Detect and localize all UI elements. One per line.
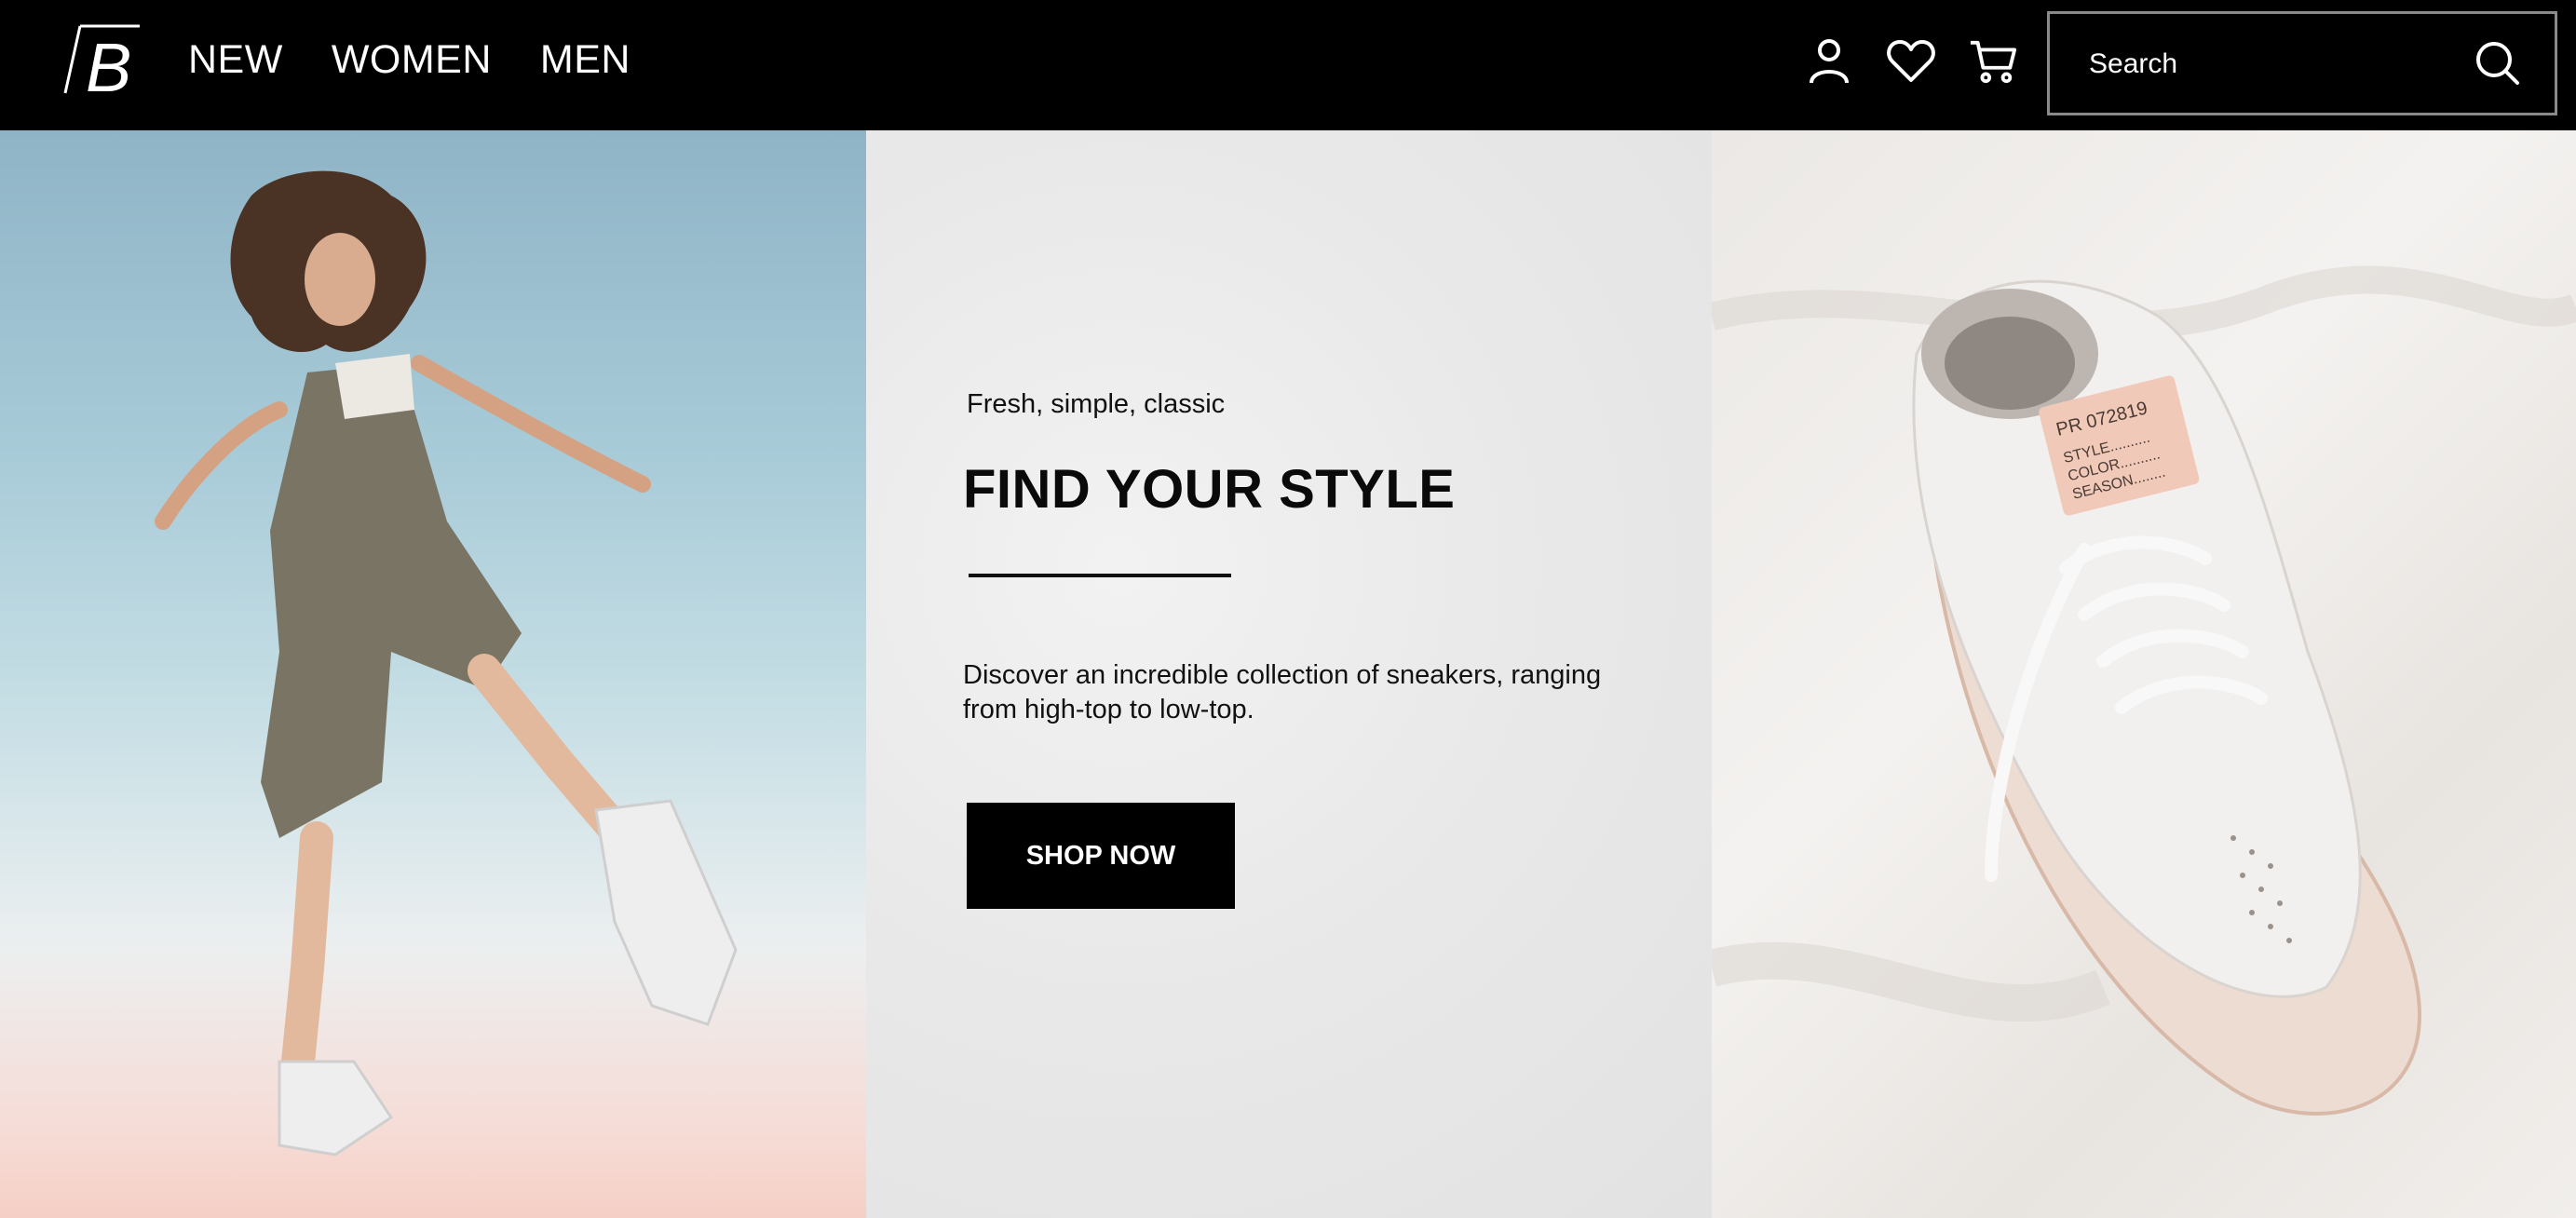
hero-headline: FIND YOUR STYLE	[963, 459, 1456, 520]
brand-logo[interactable]: B	[61, 19, 143, 102]
logo-icon: B	[63, 24, 140, 102]
search-box	[2047, 11, 2557, 115]
hero-eyebrow: Fresh, simple, classic	[967, 389, 1226, 419]
main-nav: NEW WOMEN MEN	[188, 35, 630, 84]
hero-image-jumping-woman	[0, 130, 866, 1218]
heart-icon[interactable]	[1887, 34, 1935, 89]
hero-text-panel: Fresh, simple, classic FIND YOUR STYLE D…	[866, 130, 1712, 1218]
shop-now-button[interactable]: SHOP NOW	[967, 803, 1235, 909]
cart-icon[interactable]	[1969, 34, 2017, 89]
hero-description: Discover an incredible collection of sne…	[963, 660, 1602, 724]
hero-image-sneaker: PR 072819 STYLE.......... COLOR.........…	[1712, 130, 2576, 1218]
jumping-woman-illustration	[155, 170, 738, 1157]
header-actions	[1805, 34, 2017, 89]
search-input[interactable]	[2087, 14, 2463, 115]
logo-letter: B	[86, 29, 131, 102]
user-icon[interactable]	[1805, 34, 1853, 89]
top-navigation-bar: B NEW WOMEN MEN	[0, 0, 2576, 130]
headline-divider	[969, 574, 1231, 577]
nav-link-men[interactable]: MEN	[540, 35, 630, 84]
sneaker-illustration: PR 072819 STYLE.......... COLOR.........…	[1712, 265, 2576, 1116]
nav-link-women[interactable]: WOMEN	[332, 35, 492, 84]
search-icon[interactable]	[2474, 40, 2521, 87]
nav-link-new[interactable]: NEW	[188, 35, 283, 84]
